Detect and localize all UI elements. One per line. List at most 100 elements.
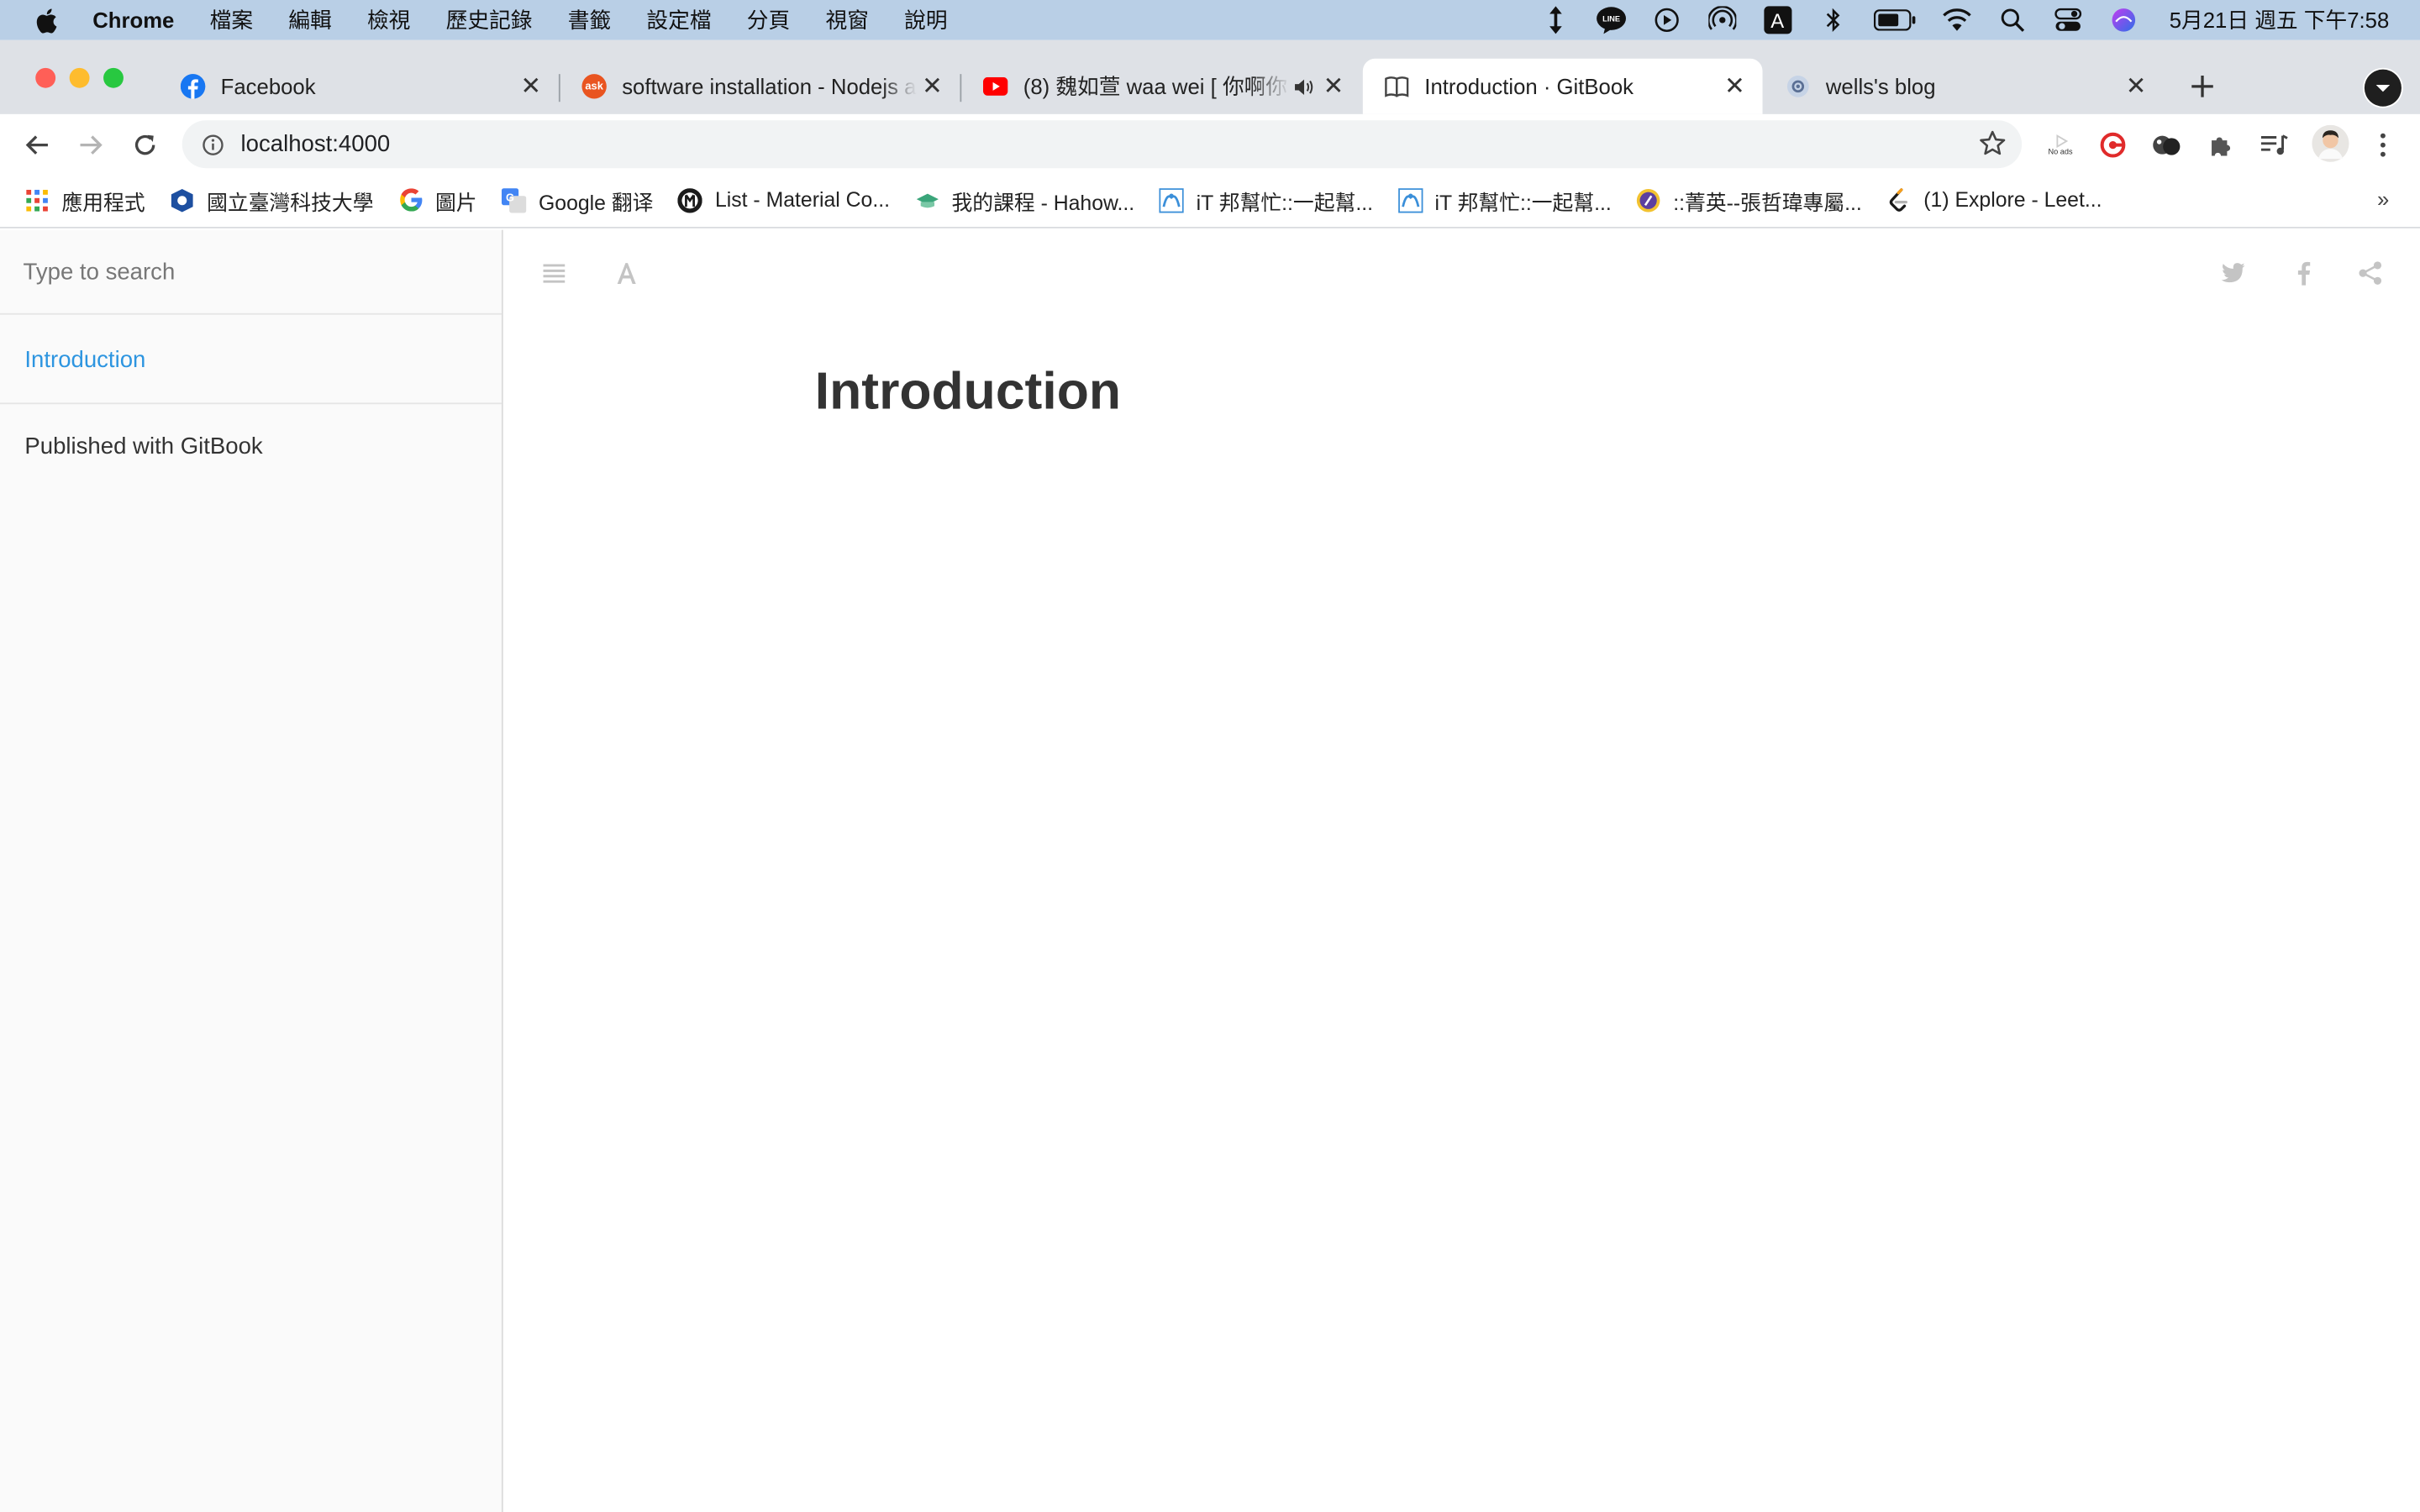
bookmark-apps[interactable]: 應用程式	[24, 184, 145, 215]
menu-view[interactable]: 檢視	[367, 5, 410, 36]
new-tab-button[interactable]	[2182, 68, 2223, 105]
bookmark-hahow[interactable]: 我的課程 - Hahow...	[914, 184, 1134, 215]
bookmark-label: List - Material Co...	[714, 188, 891, 212]
profile-avatar[interactable]	[2311, 123, 2351, 164]
noads-extension-icon[interactable]: No ads	[2040, 127, 2081, 164]
apps-grid-icon	[24, 187, 49, 212]
tab-close-icon[interactable]: ✕	[1318, 71, 1349, 102]
hahow-icon	[914, 187, 939, 212]
bookmark-star-icon[interactable]	[1979, 129, 2007, 157]
site-info-icon[interactable]	[201, 132, 225, 156]
noads-label: No ads	[2048, 147, 2073, 157]
resize-icon[interactable]	[1528, 0, 1583, 40]
extensions-puzzle-icon[interactable]	[2202, 127, 2239, 164]
font-settings-icon[interactable]	[610, 256, 644, 290]
line-icon[interactable]: LINE	[1583, 0, 1639, 40]
github-icon	[677, 187, 703, 213]
close-window-button[interactable]	[35, 67, 56, 88]
askubuntu-icon-text: ask	[585, 81, 603, 92]
tab-close-icon[interactable]: ✕	[917, 71, 948, 102]
bookmark-label: Google 翻译	[539, 190, 654, 214]
svg-text:G: G	[506, 191, 514, 203]
tab-search-button[interactable]	[2363, 67, 2403, 108]
youtube-icon	[983, 74, 1008, 98]
tab-facebook[interactable]: Facebook ✕	[159, 59, 560, 114]
play-icon[interactable]	[1639, 0, 1694, 40]
menu-window[interactable]: 視窗	[825, 5, 868, 36]
bookmark-ntust[interactable]: 國立臺灣科技大學	[170, 184, 373, 215]
ithome-icon	[1397, 187, 1423, 213]
facebook-share-icon[interactable]	[2286, 256, 2319, 290]
gitbook-sidebar: Introduction Published with GitBook	[0, 229, 503, 1512]
chrome-menu-icon[interactable]	[2365, 127, 2402, 164]
bookmark-elite[interactable]: ::菁英--張哲瑋專屬...	[1636, 184, 1862, 215]
tab-close-icon[interactable]: ✕	[515, 71, 546, 102]
zoom-window-button[interactable]	[103, 67, 124, 88]
minimize-window-button[interactable]	[69, 67, 90, 88]
tab-ask[interactable]: ask software installation - Nodejs a ✕	[560, 59, 962, 114]
bookmark-label: 我的課程 - Hahow...	[951, 190, 1135, 214]
bluetooth-icon[interactable]	[1805, 0, 1860, 40]
bookmark-ithome-2[interactable]: iT 邦幫忙::一起幫...	[1397, 184, 1612, 215]
tab-youtube[interactable]: (8) 魏如萱 waa wei [ 你啊你 ✕	[961, 59, 1361, 114]
share-icon[interactable]	[2354, 256, 2387, 290]
menu-help[interactable]: 說明	[904, 5, 947, 36]
speaker-icon[interactable]	[1291, 78, 1318, 95]
globe-icon	[1786, 74, 1810, 98]
bookmark-material-list[interactable]: List - Material Co...	[677, 187, 891, 213]
bookmarks-overflow-button[interactable]: »	[2377, 186, 2389, 211]
reload-button[interactable]	[127, 127, 164, 164]
bookmark-label: (1) Explore - Leet...	[1923, 188, 2102, 212]
bookmark-leetcode[interactable]: (1) Explore - Leet...	[1886, 187, 2102, 212]
gitbook-search	[0, 230, 502, 315]
battery-icon[interactable]	[1860, 0, 1928, 40]
menu-bookmarks[interactable]: 書籤	[568, 5, 611, 36]
address-bar[interactable]: localhost:4000	[182, 120, 2023, 169]
gitbook-page: Introduction Published with GitBook Intr…	[0, 229, 2420, 1512]
siri-icon[interactable]	[2096, 0, 2151, 40]
summary-item-introduction[interactable]: Introduction	[0, 315, 502, 405]
toggle-sidebar-icon[interactable]	[537, 256, 571, 290]
input-method-icon[interactable]: A	[1749, 0, 1805, 40]
spotlight-icon[interactable]	[1984, 0, 2039, 40]
tab-close-icon[interactable]: ✕	[2121, 71, 2152, 102]
grammarly-extension-icon[interactable]	[2094, 127, 2131, 164]
bookmark-label: iT 邦幫忙::一起幫...	[1434, 190, 1612, 214]
bookmark-images[interactable]: 圖片	[398, 184, 477, 215]
menu-file[interactable]: 檔案	[210, 5, 253, 36]
tab-title: (8) 魏如萱 waa wei [ 你啊你	[1023, 74, 1288, 99]
menu-history[interactable]: 歷史記錄	[446, 5, 533, 36]
menu-app-name[interactable]: Chrome	[92, 8, 174, 32]
leetcode-icon	[1886, 187, 1911, 212]
back-button[interactable]	[18, 127, 55, 164]
bookmark-label: iT 邦幫忙::一起幫...	[1196, 190, 1374, 214]
bookmark-ithome-1[interactable]: iT 邦幫忙::一起幫...	[1159, 184, 1374, 215]
gitbook-header	[503, 230, 2420, 313]
forward-button[interactable]	[72, 127, 109, 164]
extension-dots-icon[interactable]	[2149, 127, 2186, 164]
apple-menu-icon[interactable]	[34, 6, 58, 34]
media-queue-icon[interactable]	[2256, 127, 2293, 164]
search-input[interactable]	[23, 258, 471, 285]
wifi-icon[interactable]	[1928, 0, 1984, 40]
tab-gitbook[interactable]: Introduction · GitBook ✕	[1362, 58, 1763, 114]
control-center-icon[interactable]	[2039, 0, 2095, 40]
tab-close-icon[interactable]: ✕	[1719, 71, 1750, 102]
twitter-icon[interactable]	[2217, 256, 2250, 290]
tab-title: wells's blog	[1825, 74, 1936, 99]
tab-title: Facebook	[220, 74, 316, 99]
airdrop-icon[interactable]	[1694, 0, 1749, 40]
input-method-label: A	[1763, 6, 1791, 34]
bookmarks-bar: 應用程式 國立臺灣科技大學 圖片 G Google 翻译 List - Mate…	[0, 172, 2420, 228]
published-with-gitbook-link[interactable]: Published with GitBook	[0, 404, 502, 491]
tab-wells-blog[interactable]: wells's blog ✕	[1764, 59, 2164, 114]
google-translate-icon: G	[501, 187, 527, 213]
bookmark-google-translate[interactable]: G Google 翻译	[501, 184, 654, 215]
gitbook-content: Introduction	[815, 363, 1121, 423]
macos-menu-bar: Chrome 檔案 編輯 檢視 歷史記錄 書籤 設定檔 分頁 視窗 說明 LIN…	[0, 0, 2420, 40]
menu-tab[interactable]: 分頁	[747, 5, 790, 36]
menu-profiles[interactable]: 設定檔	[646, 5, 711, 36]
menubar-clock[interactable]: 5月21日 週五 下午7:58	[2170, 5, 2390, 36]
menu-edit[interactable]: 編輯	[288, 5, 331, 36]
tab-title: Introduction · GitBook	[1424, 74, 1634, 99]
